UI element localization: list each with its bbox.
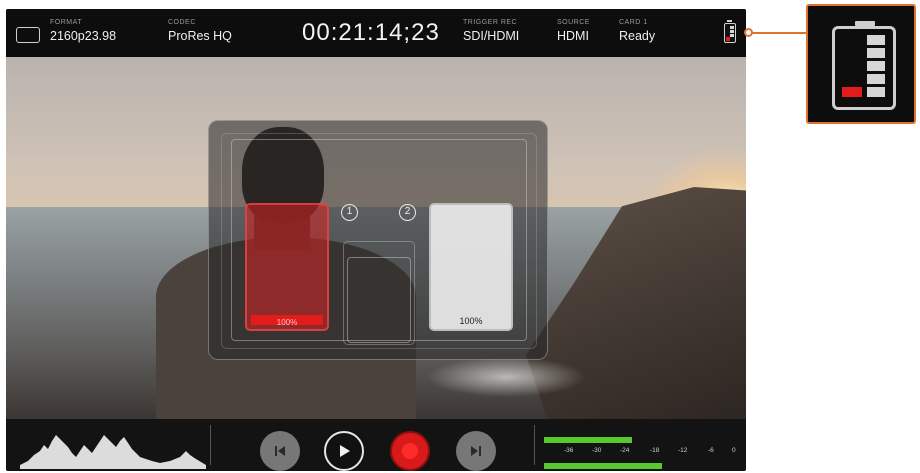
- surf: [426, 357, 586, 397]
- battery-segment: [730, 34, 734, 37]
- battery-segment: [730, 26, 734, 29]
- audio-meter-channel-2: [544, 463, 662, 469]
- slot-1-number: 1: [341, 204, 358, 221]
- callout-line: [746, 32, 808, 34]
- battery-segment: [867, 74, 885, 84]
- battery-low-indicator: [842, 87, 862, 97]
- battery-low-indicator: [726, 37, 730, 41]
- card-slot-2[interactable]: 100%: [429, 203, 513, 331]
- battery-segment: [867, 35, 885, 45]
- slot-2-number: 2: [399, 204, 416, 221]
- source-field[interactable]: SOURCE HDMI: [557, 19, 590, 43]
- play-button[interactable]: [324, 431, 364, 471]
- format-value: 2160p23.98: [50, 29, 117, 43]
- monitor-screen: FORMAT 2160p23.98 CODEC ProRes HQ 00:21:…: [6, 9, 746, 471]
- battery-segment: [867, 61, 885, 71]
- storage-overlay: 100% 1 2 100%: [208, 120, 548, 360]
- audio-meter-tick: -6: [708, 447, 714, 454]
- audio-meter-channel-1: [544, 437, 632, 443]
- card-label: CARD 1: [619, 19, 648, 26]
- trigger-rec-value: SDI/HDMI: [463, 29, 520, 43]
- display-icon[interactable]: [16, 27, 40, 43]
- callout-dot: [744, 28, 753, 37]
- codec-value: ProRes HQ: [168, 29, 232, 43]
- format-field[interactable]: FORMAT 2160p23.98: [50, 19, 116, 43]
- format-label: FORMAT: [50, 19, 83, 26]
- divider: [210, 425, 211, 465]
- codec-field[interactable]: CODEC ProRes HQ: [168, 19, 232, 43]
- codec-label: CODEC: [168, 19, 196, 26]
- trigger-rec-field[interactable]: TRIGGER REC SDI/HDMI: [463, 19, 519, 43]
- record-icon: [402, 443, 418, 459]
- skip-back-icon: [275, 446, 285, 456]
- audio-meter-tick: -30: [592, 447, 602, 454]
- source-value: HDMI: [557, 29, 589, 43]
- card-status: Ready: [619, 29, 656, 43]
- audio-meter[interactable]: -36 -30 -24 -18 -12 -6 0: [542, 427, 742, 471]
- timecode-display[interactable]: 00:21:14;23: [302, 19, 440, 47]
- audio-meter-tick: -24: [620, 447, 630, 454]
- battery-segment: [867, 87, 885, 97]
- card-field[interactable]: CARD 1 Ready: [619, 19, 655, 43]
- battery-segment: [867, 48, 885, 58]
- skip-forward-icon: [471, 446, 481, 456]
- transport-bar: -36 -30 -24 -18 -12 -6 0: [6, 419, 746, 471]
- audio-meter-tick: -18: [650, 447, 660, 454]
- play-icon: [340, 445, 350, 457]
- trigger-rec-label: TRIGGER REC: [463, 19, 518, 26]
- histogram: [20, 435, 206, 469]
- card-slot-1[interactable]: 100%: [245, 203, 329, 331]
- battery-nub: [855, 21, 875, 26]
- battery-icon-enlarged: [832, 21, 896, 110]
- audio-meter-tick: -12: [678, 447, 688, 454]
- audio-meter-tick: 0: [732, 447, 736, 454]
- divider: [534, 425, 535, 465]
- battery-nub: [727, 20, 732, 22]
- battery-callout: [806, 4, 916, 124]
- status-bar: FORMAT 2160p23.98 CODEC ProRes HQ 00:21:…: [6, 9, 746, 57]
- skip-back-button[interactable]: [260, 431, 300, 471]
- battery-segment: [730, 30, 734, 33]
- battery-icon[interactable]: [724, 20, 736, 43]
- card-slot-2-percent: 100%: [459, 316, 483, 326]
- histogram-shape: [20, 435, 206, 469]
- skip-forward-button[interactable]: [456, 431, 496, 471]
- card-slot-1-percent: 100%: [276, 318, 298, 327]
- record-button[interactable]: [390, 431, 430, 471]
- center-bay: [347, 257, 411, 343]
- audio-meter-tick: -36: [564, 447, 574, 454]
- source-label: SOURCE: [557, 19, 590, 26]
